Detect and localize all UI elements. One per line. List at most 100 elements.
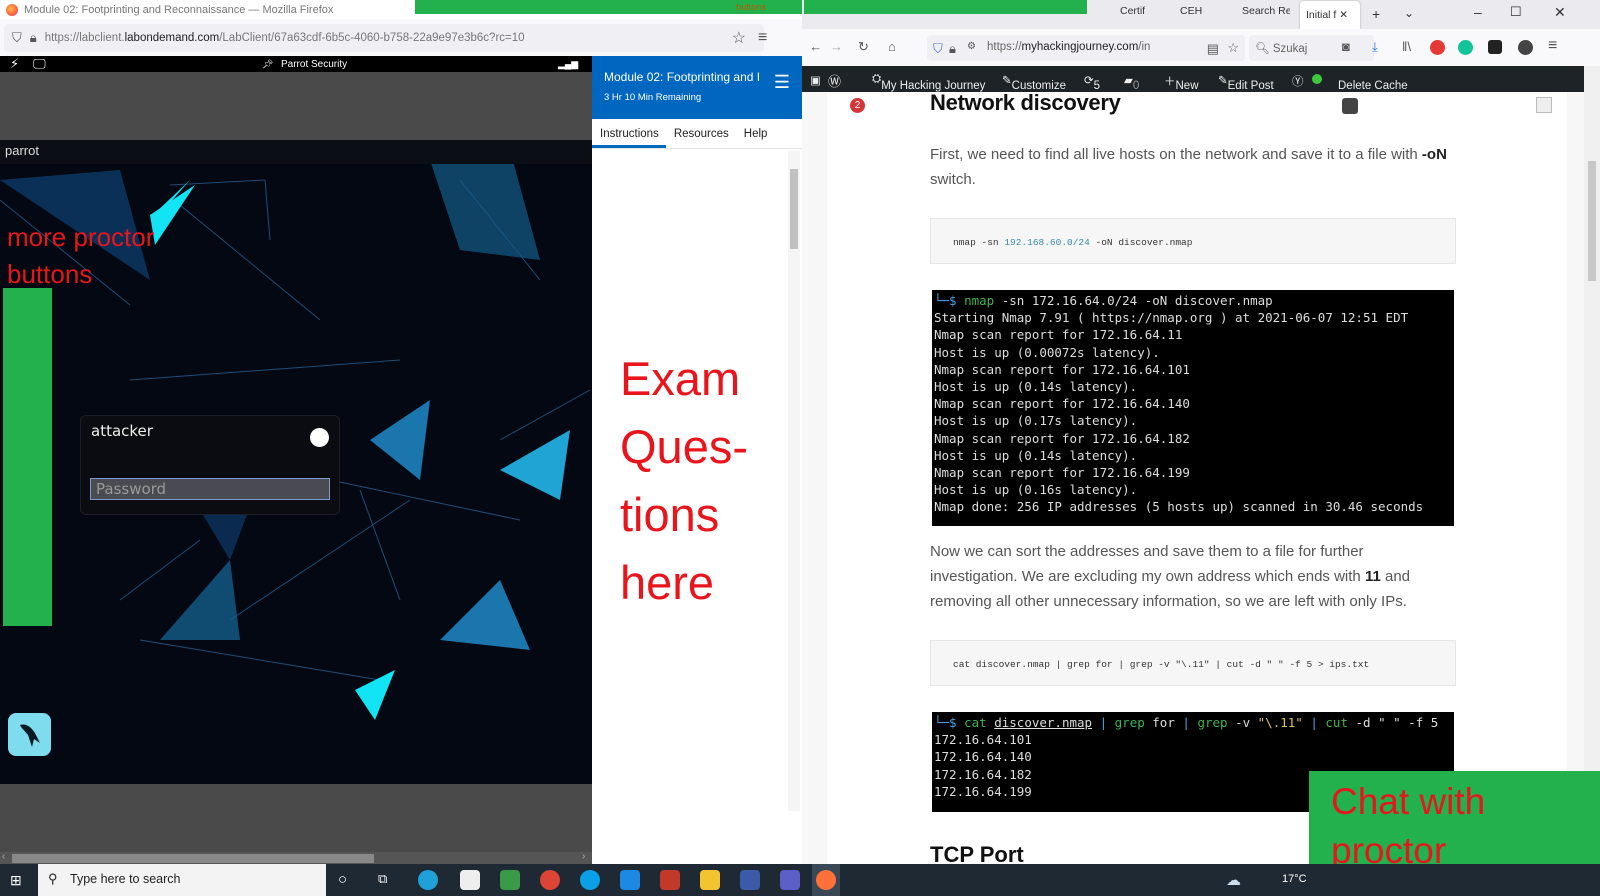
chrome-icon[interactable]	[540, 870, 560, 890]
skype-icon[interactable]	[580, 870, 600, 890]
vm-toolbar: ⚡︎ 🖵︎ 📌︎ Parrot Security ▂▄▆	[0, 56, 592, 72]
wp-edit-post-link[interactable]: ✎ Edit Post	[1218, 73, 1274, 92]
edge-icon[interactable]	[418, 870, 438, 890]
tab-list-chevron-icon[interactable]: ⌄	[1404, 6, 1414, 20]
shield-icon[interactable]: ⛉	[933, 41, 943, 57]
terminal-line: Host is up (0.16s latency).	[934, 482, 1138, 498]
mail-icon[interactable]	[620, 870, 640, 890]
hamburger-menu-icon[interactable]: ≡	[758, 29, 767, 47]
scrollbar-thumb[interactable]	[1588, 161, 1596, 281]
lab-header: Module 02: Footprinting and I 3 Hr 10 Mi…	[592, 56, 802, 119]
left-url-field[interactable]: ⛉ 🔒︎ https://labclient. labondemand.com/L…	[4, 24, 764, 52]
reader-mode-icon[interactable]: ▤	[1207, 41, 1219, 57]
user-avatar-icon[interactable]	[310, 428, 329, 447]
scroll-left-icon[interactable]: ‹	[2, 851, 5, 862]
wp-site-link[interactable]: ⛭ My Hacking Journey	[872, 73, 985, 92]
terminal-line: 172.16.64.182	[934, 766, 1032, 782]
wordpress-admin-bar: ▣ Ⓦ ⛭ My Hacking Journey ✎ Customize ⟳ 5…	[802, 66, 1584, 92]
bold-text: 11	[1364, 568, 1381, 585]
right-url-field[interactable]: ⛉ 🔒︎ ⚙︎ https://myhackingjourney.com/in …	[927, 35, 1245, 61]
remote-desktop-icon[interactable]	[740, 870, 760, 890]
teams-icon[interactable]	[780, 870, 800, 890]
taskbar-search-box[interactable]: ⚲ Type here to search	[38, 864, 326, 896]
tab-instructions[interactable]: Instructions	[592, 119, 666, 148]
cortana-icon[interactable]: ○	[338, 871, 347, 888]
wp-new-link[interactable]: ＋ New	[1164, 73, 1199, 92]
grammarly-icon[interactable]	[1458, 40, 1473, 55]
vm-letterbox-bottom	[0, 784, 592, 852]
hamburger-menu-icon[interactable]: ≡	[1548, 37, 1557, 55]
download-icon[interactable]: ⤓	[1372, 39, 1378, 55]
comment-icon[interactable]	[1342, 98, 1358, 114]
reload-icon[interactable]: ↻	[858, 39, 869, 55]
wordpress-logo-icon[interactable]: Ⓦ	[828, 71, 841, 90]
right-nav-bar: ← → ↻ ⌂ ⛉ 🔒︎ ⚙︎ https://myhackingjourney…	[802, 29, 1600, 66]
windows-start-icon[interactable]: ⊞	[10, 872, 22, 889]
right-page-scrollbar[interactable]	[1584, 66, 1600, 864]
browser-tab-active[interactable]: Initial f ✕	[1300, 1, 1360, 29]
back-icon[interactable]: ←	[802, 39, 822, 54]
terminal-screenshot-1: └─$ nmap -sn 172.16.64.0/24 -oN discover…	[932, 290, 1454, 526]
yoast-icon[interactable]: Ⓨ	[1292, 73, 1304, 89]
extension-icon[interactable]	[1488, 40, 1502, 54]
bookmark-star-icon[interactable]: ☆	[1227, 40, 1239, 56]
exam-questions-annotation: Exam Ques- tions here	[620, 345, 790, 617]
tab-label: Initial f	[1306, 9, 1337, 21]
browser-tab[interactable]: Certif	[1120, 5, 1145, 25]
args: -d " " -f 5	[1347, 715, 1439, 730]
close-window-icon[interactable]: ✕	[1554, 4, 1566, 21]
url-prefix: https://labclient.	[44, 32, 125, 44]
close-tab-icon[interactable]: ✕	[1339, 9, 1348, 21]
tab-resources[interactable]: Resources	[666, 119, 736, 148]
text: First, we need to find all live hosts on…	[930, 146, 1422, 163]
lock-icon[interactable]: 🔒︎	[949, 41, 956, 57]
adblock-icon[interactable]	[1430, 40, 1445, 55]
vpn-icon[interactable]	[660, 870, 680, 890]
pocket-icon[interactable]: ◙	[1342, 39, 1350, 54]
dashboard-icon[interactable]: ▣	[810, 73, 821, 87]
app-icon[interactable]	[500, 870, 520, 890]
monitor-icon[interactable]: 🖵︎	[33, 56, 46, 72]
proctor-buttons-placeholder-right[interactable]	[804, 0, 1087, 14]
wp-updates-link[interactable]: ⟳ 5	[1084, 73, 1100, 92]
password-input[interactable]	[90, 478, 330, 500]
terminal-line: Host is up (0.00072s latency).	[934, 344, 1160, 360]
maximize-icon[interactable]: ☐	[1510, 4, 1522, 20]
scrollbar-thumb[interactable]	[12, 854, 374, 863]
bookmark-star-icon[interactable]: ☆	[732, 28, 746, 48]
temperature[interactable]: 17°C	[1282, 873, 1307, 885]
tab-help[interactable]: Help	[736, 119, 775, 148]
notification-badge[interactable]: 2	[850, 98, 865, 113]
vm-horizontal-scrollbar[interactable]: ‹ ›	[0, 851, 592, 864]
wp-comments-link[interactable]: ▰ 0	[1124, 73, 1139, 92]
lightning-icon[interactable]: ⚡︎	[10, 56, 19, 72]
profile-extension-icon[interactable]	[1518, 40, 1533, 55]
home-icon[interactable]: ⌂	[888, 39, 896, 54]
firefox-icon[interactable]	[816, 870, 836, 890]
file-explorer-icon[interactable]	[700, 870, 720, 890]
lab-time-remaining: 3 Hr 10 Min Remaining	[604, 92, 702, 103]
proctor-side-buttons-placeholder[interactable]	[3, 288, 52, 626]
weather-cloud-icon[interactable]: ☁	[1226, 871, 1241, 889]
forward-icon[interactable]: →	[830, 39, 843, 54]
shield-icon[interactable]: ⛉	[12, 30, 22, 46]
parrot-logo-icon[interactable]	[8, 713, 51, 756]
more-proctor-buttons-annotation: more proctor buttons	[7, 219, 154, 293]
lock-icon[interactable]: 🔒︎	[30, 30, 37, 46]
new-tab-icon[interactable]: +	[1372, 6, 1380, 22]
permissions-icon[interactable]: ⚙︎	[967, 41, 976, 52]
scroll-right-icon[interactable]: ›	[582, 851, 585, 862]
library-icon[interactable]: ‖\	[1402, 39, 1411, 54]
search-box[interactable]: 🔍︎ Szukaj	[1249, 35, 1374, 61]
minimize-icon[interactable]: –	[1474, 4, 1482, 20]
browser-tab[interactable]: CEH	[1180, 5, 1202, 25]
task-view-icon[interactable]: ⧉	[378, 871, 387, 887]
wp-customize-link[interactable]: ✎ Customize	[1002, 73, 1066, 92]
user-avatar-icon[interactable]	[1536, 97, 1552, 113]
next-section-heading: TCP Port	[930, 842, 1024, 864]
buttons-annotation: buttons	[736, 2, 766, 12]
scrollbar-thumb[interactable]	[790, 169, 798, 249]
store-icon[interactable]	[460, 870, 480, 890]
args: -sn 172.16.64.0/24 -oN discover.nmap	[994, 293, 1273, 308]
browser-tab[interactable]: Search Re	[1242, 5, 1290, 25]
